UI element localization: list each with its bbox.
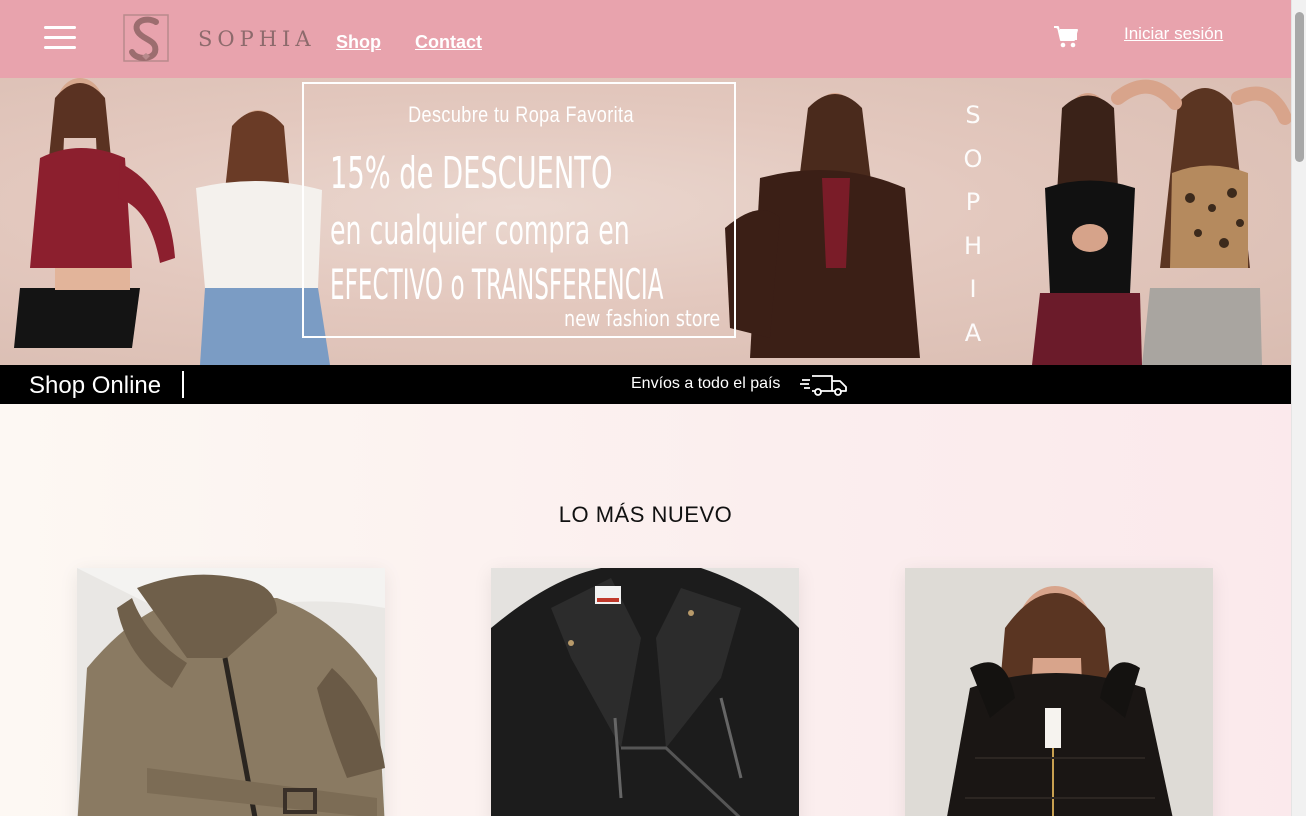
top-header: SOPHIA Shop Contact Iniciar sesión — [0, 0, 1291, 78]
banner-vertical-brand: S O P H I A — [963, 101, 983, 347]
jacket-black-leather-image — [491, 568, 799, 816]
strip-divider — [182, 371, 184, 398]
promo-discount-headline: 15% de DESCUENTO — [330, 148, 613, 199]
shipping-notice: Envíos a todo el país — [631, 375, 781, 392]
scrollbar-thumb[interactable] — [1295, 12, 1304, 162]
strip-title: Shop Online — [29, 372, 162, 399]
promo-banner[interactable]: Descubre tu Ropa Favorita 15% de DESCUEN… — [0, 78, 1291, 365]
nav-contact-link[interactable]: Contact — [415, 32, 482, 53]
promo-subtitle: Descubre tu Ropa Favorita — [408, 102, 634, 127]
promo-tagline: new fashion store — [563, 307, 720, 332]
brand-logo[interactable]: SOPHIA — [122, 12, 312, 66]
page-viewport: SOPHIA Shop Contact Iniciar sesión Descu… — [0, 0, 1291, 816]
brand-name: SOPHIA — [198, 27, 316, 51]
logo-s-mark-icon — [123, 14, 169, 62]
vertical-scrollbar[interactable] — [1291, 0, 1306, 816]
menu-icon[interactable] — [44, 26, 76, 50]
shop-online-strip: Shop Online Envíos a todo el país — [0, 365, 1291, 404]
jacket-olive-image — [77, 568, 385, 816]
login-link[interactable]: Iniciar sesión — [1124, 24, 1223, 44]
product-card[interactable] — [905, 568, 1213, 816]
promo-text-box: Descubre tu Ropa Favorita 15% de DESCUEN… — [302, 82, 736, 338]
promo-line-3: EFECTIVO o TRANSFERENCIA — [330, 260, 664, 309]
product-card[interactable] — [77, 568, 385, 816]
section-title-new: LO MÁS NUEVO — [558, 502, 733, 527]
model-puffer-jacket-image — [905, 568, 1213, 816]
nav-shop-link[interactable]: Shop — [336, 32, 381, 53]
delivery-truck-icon — [800, 375, 847, 396]
promo-line-2: en cualquier compra en — [330, 208, 630, 254]
product-card[interactable] — [491, 568, 799, 816]
cart-icon[interactable] — [1053, 25, 1079, 49]
